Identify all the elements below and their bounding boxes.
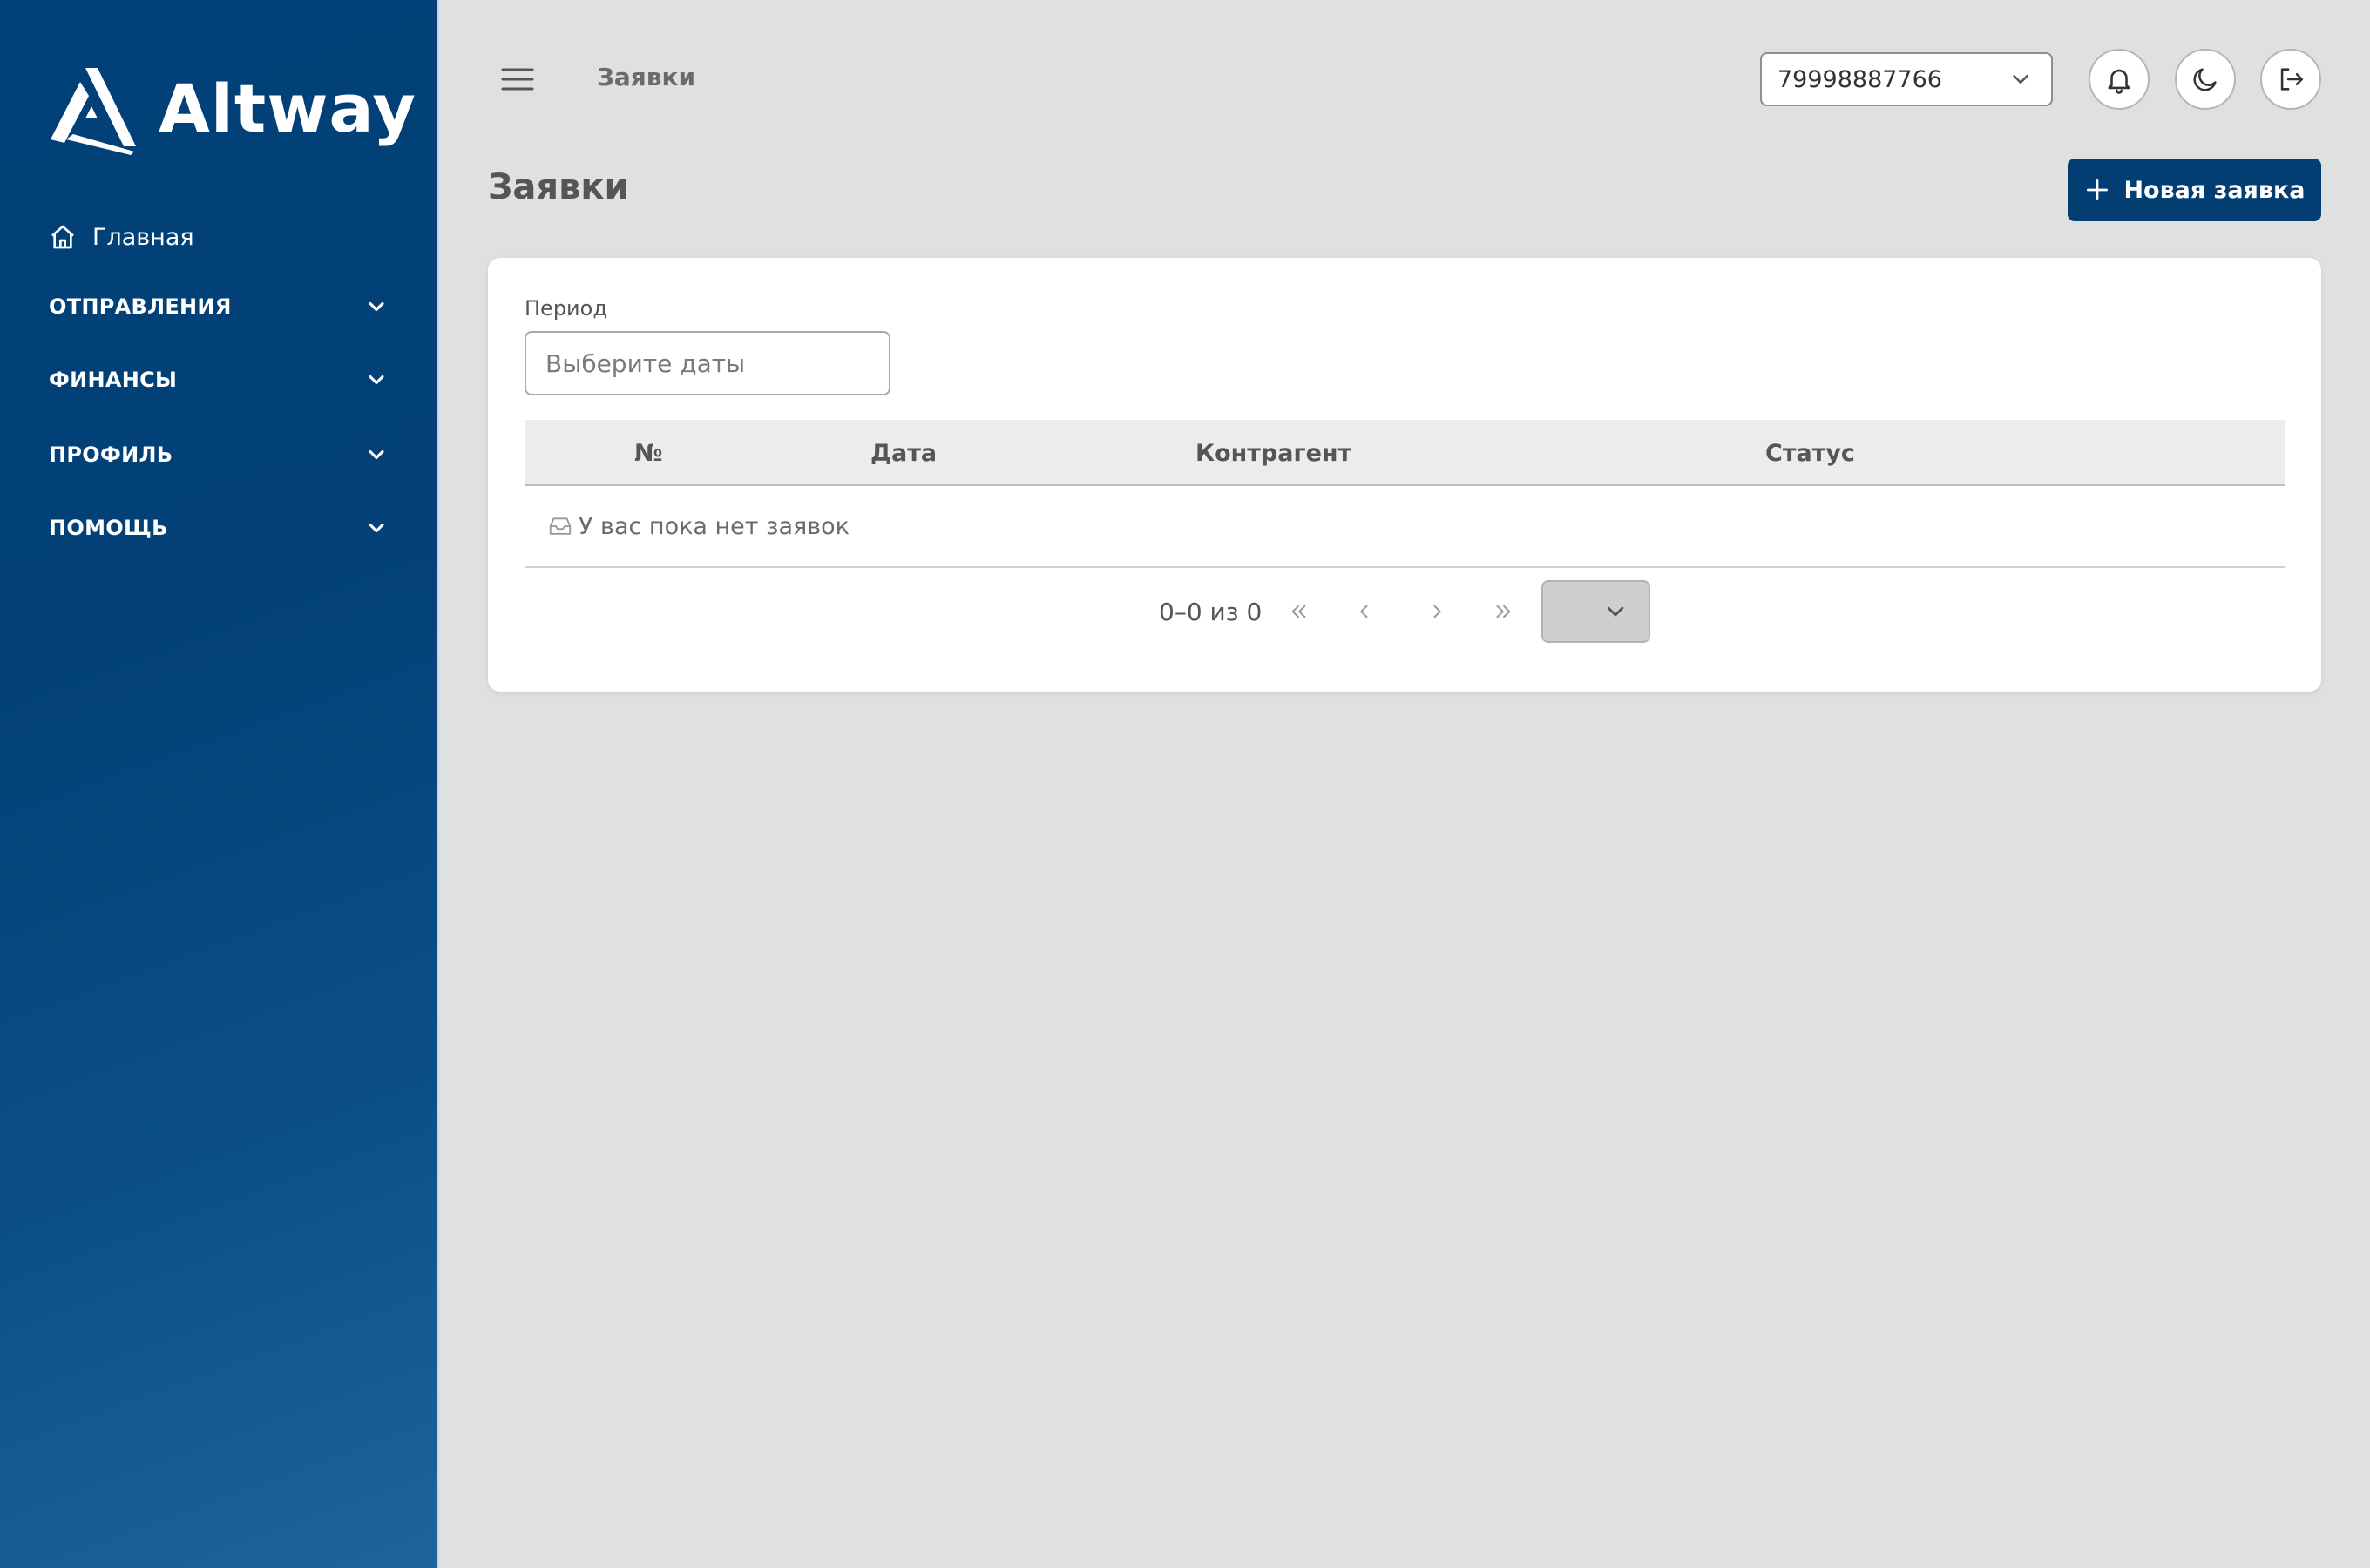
breadcrumb: Заявки <box>597 63 696 91</box>
column-header-counterparty[interactable]: Контрагент <box>1195 420 1351 486</box>
plus-icon <box>2087 179 2109 200</box>
pagination-range: 0–0 из 0 <box>1159 597 1263 626</box>
brand-name: Altway <box>159 70 416 147</box>
sidebar-section-label: ПОМОЩЬ <box>49 516 168 540</box>
sidebar-section-label: ОТПРАВЛЕНИЯ <box>49 294 232 319</box>
page-title: Заявки <box>488 167 629 207</box>
account-select-value: 79998887766 <box>1778 65 1942 93</box>
previous-page-button[interactable] <box>1345 592 1384 631</box>
chevron-right-icon <box>1433 605 1441 618</box>
requests-card: Период № Дата Контрагент Статус У вас по… <box>488 258 2321 692</box>
sidebar-section-finances[interactable]: ФИНАНСЫ <box>49 368 389 392</box>
table-empty-row: У вас пока нет заявок <box>525 486 2285 568</box>
column-header-number[interactable]: № <box>634 420 662 486</box>
logout-button[interactable] <box>2260 49 2321 110</box>
chevron-down-icon <box>369 375 384 385</box>
inbox-icon <box>549 517 572 535</box>
sidebar-item-label: Главная <box>92 223 194 251</box>
moon-icon <box>2193 68 2217 91</box>
last-page-button[interactable] <box>1485 592 1523 631</box>
chevron-down-icon <box>369 449 384 460</box>
home-icon <box>51 225 74 249</box>
logout-icon <box>2280 68 2304 91</box>
chevron-down-icon <box>2013 75 2028 84</box>
empty-state-text: У вас пока нет заявок <box>579 512 850 540</box>
chevron-down-icon <box>369 523 384 533</box>
table-header: № Дата Контрагент Статус <box>525 420 2285 486</box>
period-date-input[interactable] <box>525 331 890 395</box>
chevrons-left-icon <box>1291 605 1306 618</box>
logo[interactable]: Altway <box>47 64 416 157</box>
chevrons-right-icon <box>1496 605 1511 618</box>
account-select[interactable]: 79998887766 <box>1760 52 2053 106</box>
sidebar-section-help[interactable]: ПОМОЩЬ <box>49 516 389 540</box>
sidebar: Altway Главная ОТПРАВЛЕНИЯ ФИНАНСЫ ПРОФИ… <box>0 0 439 1568</box>
new-request-button[interactable]: Новая заявка <box>2068 159 2321 221</box>
altway-logo-icon <box>51 68 136 155</box>
column-header-date[interactable]: Дата <box>870 420 937 486</box>
requests-table: № Дата Контрагент Статус У вас пока нет … <box>525 420 2285 568</box>
sidebar-section-profile[interactable]: ПРОФИЛЬ <box>49 443 389 467</box>
chevron-down-icon <box>1607 606 1624 617</box>
rows-per-page-select[interactable] <box>1541 580 1650 643</box>
sidebar-item-home[interactable]: Главная <box>49 223 194 251</box>
column-header-status[interactable]: Статус <box>1765 420 1855 486</box>
sidebar-section-label: ФИНАНСЫ <box>49 368 178 392</box>
sidebar-section-label: ПРОФИЛЬ <box>49 443 173 467</box>
pagination: 0–0 из 0 <box>488 580 2321 643</box>
sidebar-section-shipments[interactable]: ОТПРАВЛЕНИЯ <box>49 294 389 319</box>
hamburger-icon <box>501 68 534 91</box>
first-page-button[interactable] <box>1279 592 1317 631</box>
menu-toggle-button[interactable] <box>497 61 538 98</box>
notifications-button[interactable] <box>2089 49 2150 110</box>
period-label: Период <box>525 296 607 321</box>
chevron-left-icon <box>1360 605 1368 618</box>
bell-icon <box>2108 69 2130 94</box>
theme-toggle-button[interactable] <box>2175 49 2236 110</box>
next-page-button[interactable] <box>1418 592 1456 631</box>
new-request-button-label: Новая заявка <box>2123 176 2306 204</box>
chevron-down-icon <box>369 301 384 312</box>
